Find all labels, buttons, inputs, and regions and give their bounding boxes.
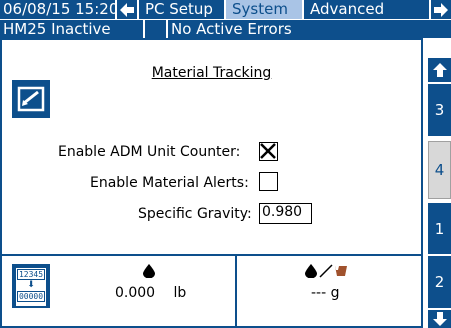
ratio-readout: --- g xyxy=(311,285,340,301)
side-tab-label: 3 xyxy=(434,101,445,119)
footer-divider xyxy=(0,254,423,256)
edit-icon xyxy=(17,86,45,112)
arrow-down-icon: ⬇ xyxy=(27,280,35,290)
drop-icon xyxy=(143,263,155,279)
edit-button[interactable] xyxy=(12,80,50,118)
counter-reset-button[interactable]: 12345 ⬇ 00000 xyxy=(12,264,50,308)
arrow-right-icon xyxy=(434,2,448,17)
side-tab-4[interactable]: 4 xyxy=(428,141,451,199)
checkmark-x-icon xyxy=(260,143,276,159)
system-status: HM25 Inactive xyxy=(0,20,143,38)
counter-bottom-text: 00000 xyxy=(17,291,45,302)
status-indicator xyxy=(145,20,166,38)
scroll-up-button[interactable] xyxy=(428,58,451,82)
scroll-down-button[interactable] xyxy=(428,310,451,328)
side-tab-label: 4 xyxy=(434,161,445,179)
gravity-value: 0.980 xyxy=(262,204,303,220)
gravity-field[interactable]: 0.980 xyxy=(259,203,312,224)
side-tab-label: 2 xyxy=(434,273,445,291)
nav-left-button[interactable] xyxy=(117,0,137,19)
error-text: No Active Errors xyxy=(171,20,292,38)
side-tab-3[interactable]: 3 xyxy=(428,84,451,136)
gravity-label: Specific Gravity: xyxy=(138,206,252,222)
arrow-left-icon xyxy=(120,2,134,17)
side-tab-2[interactable]: 2 xyxy=(428,256,451,308)
arrow-up-icon xyxy=(432,63,447,77)
alerts-checkbox[interactable] xyxy=(259,172,278,191)
tab-advanced[interactable]: Advanced xyxy=(304,0,429,19)
side-tab-label: 1 xyxy=(434,219,445,238)
counter-top-text: 12345 xyxy=(17,269,45,280)
footer-column-divider xyxy=(235,256,237,328)
page-title: Material Tracking xyxy=(151,65,272,81)
nav-right-button[interactable] xyxy=(431,0,451,19)
datetime-display: 06/08/15 15:20 xyxy=(0,0,115,19)
alerts-label: Enable Material Alerts: xyxy=(90,175,249,191)
adm-counter-label: Enable ADM Unit Counter: xyxy=(58,144,241,160)
datetime-text: 06/08/15 15:20 xyxy=(3,0,115,18)
weight-readout: 0.000 lb xyxy=(115,285,186,301)
counter-icon: 12345 ⬇ 00000 xyxy=(16,268,46,306)
weight-unit: lb xyxy=(173,285,187,301)
error-status: No Active Errors xyxy=(168,20,451,38)
drop-ratio-icon xyxy=(305,263,355,279)
tab-system[interactable]: System xyxy=(226,0,302,19)
weight-value: 0.000 xyxy=(115,285,156,301)
status-text: HM25 Inactive xyxy=(3,20,111,38)
arrow-down-icon xyxy=(432,312,447,326)
tab-label: Advanced xyxy=(310,0,385,18)
side-tab-1[interactable]: 1 xyxy=(428,203,451,254)
tab-pc-setup[interactable]: PC Setup xyxy=(139,0,224,19)
tab-label: System xyxy=(232,0,288,18)
tab-label: PC Setup xyxy=(145,0,213,18)
adm-counter-checkbox[interactable] xyxy=(259,142,278,161)
